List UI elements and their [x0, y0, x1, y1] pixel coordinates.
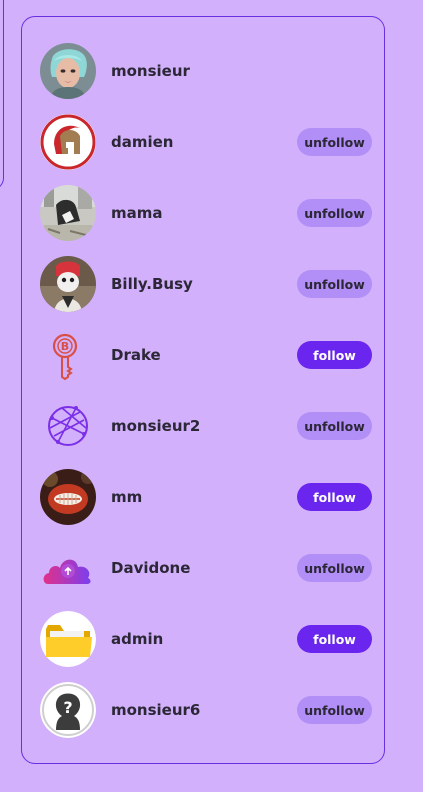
adjacent-panel-edge — [0, 0, 4, 190]
unfollow-button[interactable]: unfollow — [297, 412, 372, 440]
username[interactable]: monsieur — [111, 62, 372, 80]
username[interactable]: Billy.Busy — [111, 275, 297, 293]
bitcoin-key-icon[interactable]: B — [40, 327, 96, 383]
username[interactable]: mama — [111, 204, 297, 222]
spartan-helmet-avatar[interactable] — [40, 114, 96, 170]
user-row: ? monsieur6 unfollow — [40, 682, 372, 738]
user-row: monsieur2 unfollow — [40, 398, 372, 454]
user-row: mm follow — [40, 469, 372, 525]
user-row: damien unfollow — [40, 114, 372, 170]
unfollow-button[interactable]: unfollow — [297, 554, 372, 582]
follow-button[interactable]: follow — [297, 341, 372, 369]
svg-text:?: ? — [63, 698, 72, 717]
user-row: admin follow — [40, 611, 372, 667]
globe-network-icon[interactable] — [40, 398, 96, 454]
folder-icon[interactable] — [40, 611, 96, 667]
unfollow-button[interactable]: unfollow — [297, 696, 372, 724]
cloud-upload-icon[interactable] — [40, 540, 96, 596]
photo-avatar[interactable] — [40, 469, 96, 525]
unfollow-button[interactable]: unfollow — [297, 270, 372, 298]
username[interactable]: admin — [111, 630, 297, 648]
question-person-icon[interactable]: ? — [40, 682, 96, 738]
unfollow-button[interactable]: unfollow — [297, 128, 372, 156]
photo-avatar[interactable] — [40, 256, 96, 312]
username[interactable]: damien — [111, 133, 297, 151]
user-row: B Drake follow — [40, 327, 372, 383]
username[interactable]: mm — [111, 488, 297, 506]
username[interactable]: Drake — [111, 346, 297, 364]
woman-portrait-avatar[interactable] — [40, 43, 96, 99]
username[interactable]: Davidone — [111, 559, 297, 577]
follow-button[interactable]: follow — [297, 483, 372, 511]
user-row: Billy.Busy unfollow — [40, 256, 372, 312]
svg-text:B: B — [61, 340, 69, 353]
photo-avatar[interactable] — [40, 185, 96, 241]
user-row: mama unfollow — [40, 185, 372, 241]
unfollow-button[interactable]: unfollow — [297, 199, 372, 227]
user-row: monsieur — [40, 43, 372, 99]
username[interactable]: monsieur6 — [111, 701, 297, 719]
follow-button[interactable]: follow — [297, 625, 372, 653]
user-row: Davidone unfollow — [40, 540, 372, 596]
username[interactable]: monsieur2 — [111, 417, 297, 435]
